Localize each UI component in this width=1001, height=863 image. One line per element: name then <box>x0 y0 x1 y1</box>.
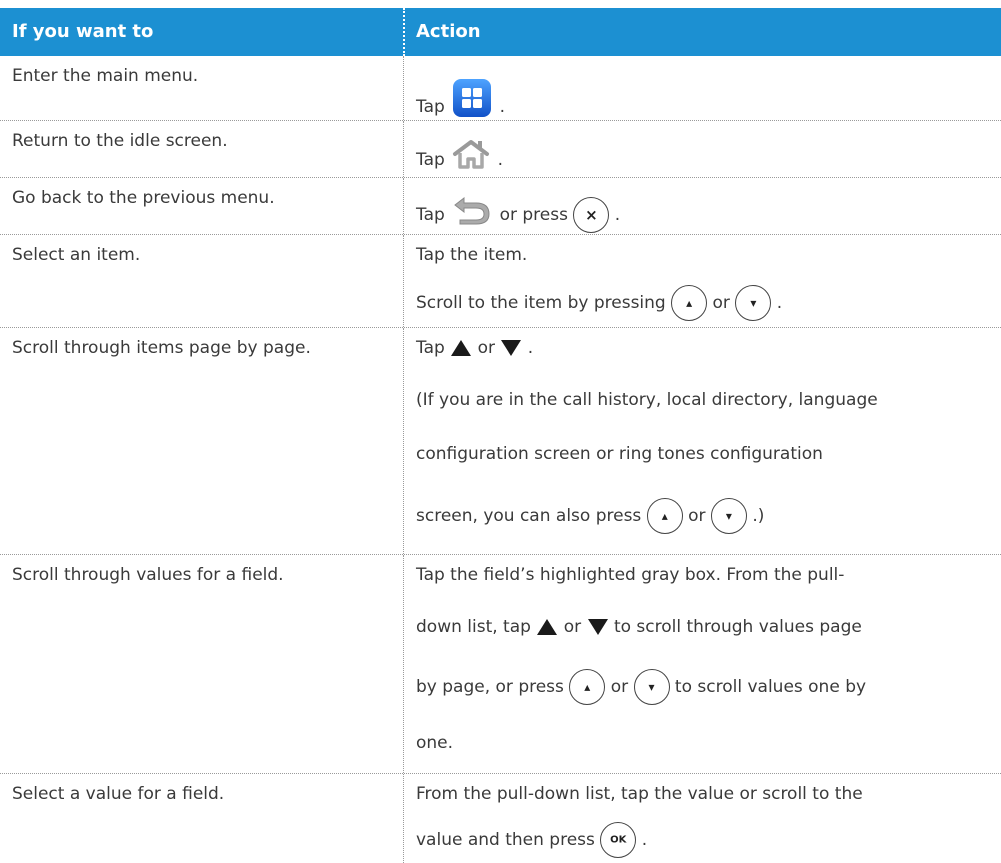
column-divider <box>403 178 404 234</box>
header-divider <box>403 8 405 56</box>
table-row: Return to the idle screen. Tap . <box>0 121 1001 178</box>
row-label: Select an item. <box>12 245 141 265</box>
page-up-icon <box>537 619 558 635</box>
row-label: Scroll through items page by page. <box>12 338 311 358</box>
ok-key-icon: OK <box>600 822 637 858</box>
column-divider <box>403 56 404 120</box>
header-col-if-you-want-to: If you want to <box>12 21 154 42</box>
column-divider <box>403 235 404 327</box>
table-row: Scroll through items page by page. Tap o… <box>0 328 1001 555</box>
up-key-icon: ▴ <box>671 285 708 321</box>
down-key-icon: ▾ <box>633 669 670 705</box>
row-action: Tap or press × . <box>416 194 620 233</box>
back-icon <box>454 196 490 225</box>
row-label: Go back to the previous menu. <box>12 188 275 208</box>
page-up-icon <box>451 340 472 356</box>
cancel-key-icon: × <box>573 197 610 233</box>
table-row: Go back to the previous menu. Tap or pre… <box>0 178 1001 235</box>
table-row: Enter the main menu. Tap . <box>0 56 1001 121</box>
table-row: Scroll through values for a field. Tap t… <box>0 555 1001 774</box>
page-down-icon <box>501 340 522 356</box>
row-label: Scroll through values for a field. <box>12 565 284 585</box>
column-divider <box>403 555 404 773</box>
up-key-icon: ▴ <box>569 669 606 705</box>
down-key-icon: ▾ <box>710 498 747 534</box>
row-label: Return to the idle screen. <box>12 131 228 151</box>
down-key-icon: ▾ <box>735 285 772 321</box>
table-header: If you want to Action <box>0 8 1001 56</box>
page-down-icon <box>587 619 608 635</box>
row-label: Select a value for a field. <box>12 784 225 804</box>
table-row: Select a value for a field. From the pul… <box>0 774 1001 863</box>
row-action: Tap . <box>416 139 503 170</box>
main-menu-icon <box>453 79 492 117</box>
table-row: Select an item. Tap the item. Scroll to … <box>0 235 1001 328</box>
header-col-action: Action <box>416 21 481 42</box>
home-icon <box>453 140 490 169</box>
column-divider <box>403 774 404 863</box>
up-key-icon: ▴ <box>646 498 683 534</box>
column-divider <box>403 121 404 177</box>
row-action: Tap . <box>416 78 505 118</box>
column-divider <box>403 328 404 554</box>
row-label: Enter the main menu. <box>12 66 199 86</box>
